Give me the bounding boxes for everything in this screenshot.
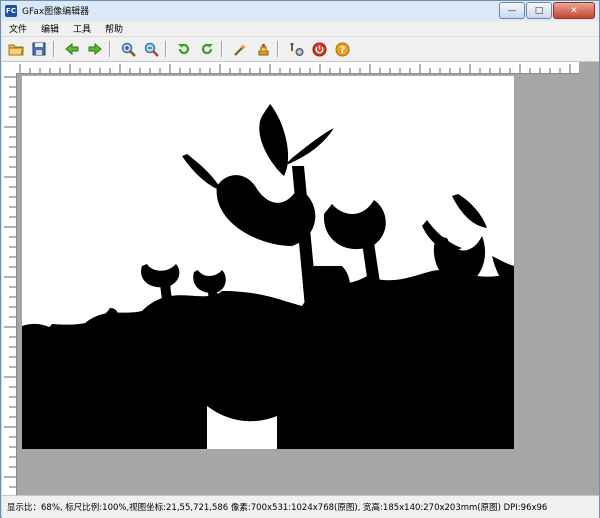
zoom-in-icon bbox=[121, 42, 136, 57]
zoom-in-button[interactable] bbox=[119, 40, 137, 58]
close-icon: ✕ bbox=[570, 5, 578, 16]
minimize-button[interactable]: — bbox=[499, 2, 525, 19]
toolbar-separator bbox=[277, 41, 279, 57]
tools-icon bbox=[290, 42, 303, 56]
menu-help[interactable]: 帮助 bbox=[98, 22, 130, 35]
next-button[interactable] bbox=[86, 40, 104, 58]
save-disk-icon bbox=[32, 42, 46, 56]
menu-edit[interactable]: 编辑 bbox=[34, 22, 66, 35]
previous-button[interactable] bbox=[63, 40, 81, 58]
rotate-right-icon bbox=[201, 43, 213, 55]
wand-icon bbox=[233, 43, 246, 56]
open-folder-icon bbox=[8, 44, 24, 56]
toolbar-separator bbox=[53, 41, 55, 57]
arrow-left-icon bbox=[65, 43, 79, 55]
close-button[interactable]: ✕ bbox=[553, 2, 595, 19]
svg-text:?: ? bbox=[339, 45, 345, 56]
menu-bar: 文件 编辑 工具 帮助 bbox=[2, 21, 599, 37]
vertical-ruler bbox=[2, 73, 17, 495]
status-text: 显示比：68%, 标尺比例:100%,视图坐标:21,55,721,586 像素… bbox=[7, 503, 548, 513]
save-button[interactable] bbox=[30, 40, 48, 58]
maximize-icon: □ bbox=[534, 5, 544, 16]
image-workspace[interactable] bbox=[2, 62, 599, 495]
workspace-right-margin bbox=[579, 62, 599, 495]
menu-tools[interactable]: 工具 bbox=[66, 22, 98, 35]
tools-button[interactable] bbox=[287, 40, 305, 58]
horizontal-ruler bbox=[16, 62, 579, 74]
image-canvas[interactable] bbox=[22, 76, 514, 449]
highlighter-icon bbox=[258, 43, 268, 55]
ruler-corner bbox=[2, 62, 16, 73]
toolbar-separator bbox=[109, 41, 111, 57]
zoom-out-button[interactable] bbox=[142, 40, 160, 58]
menu-file[interactable]: 文件 bbox=[2, 22, 34, 35]
arrow-right-icon bbox=[88, 43, 102, 55]
power-icon bbox=[312, 42, 326, 56]
zoom-out-icon bbox=[144, 42, 159, 57]
status-bar: 显示比：68%, 标尺比例:100%,视图坐标:21,55,721,586 像素… bbox=[2, 495, 599, 518]
exit-button[interactable] bbox=[310, 40, 328, 58]
wand-button[interactable] bbox=[231, 40, 249, 58]
app-window: FC GFax图像编辑器 — □ ✕ 文件 编辑 工具 帮助 ? 显示比：68%… bbox=[0, 0, 600, 518]
rotate-right-button[interactable] bbox=[198, 40, 216, 58]
help-button[interactable]: ? bbox=[333, 40, 351, 58]
maximize-button[interactable]: □ bbox=[526, 2, 552, 19]
toolbar-separator bbox=[165, 41, 167, 57]
highlighter-button[interactable] bbox=[254, 40, 272, 58]
minimize-icon: — bbox=[507, 5, 517, 16]
flower-silhouette-image bbox=[22, 76, 514, 449]
open-button[interactable] bbox=[7, 40, 25, 58]
gfax-app-icon[interactable]: FC bbox=[5, 4, 17, 17]
rotate-left-icon bbox=[178, 43, 190, 55]
toolbar-separator bbox=[221, 41, 223, 57]
help-icon: ? bbox=[335, 42, 349, 56]
rotate-left-button[interactable] bbox=[175, 40, 193, 58]
toolbar: ? bbox=[2, 37, 599, 62]
window-title: GFax图像编辑器 bbox=[22, 7, 90, 17]
title-bar[interactable]: FC GFax图像编辑器 — □ ✕ bbox=[1, 1, 599, 20]
window-controls: — □ ✕ bbox=[498, 2, 595, 19]
